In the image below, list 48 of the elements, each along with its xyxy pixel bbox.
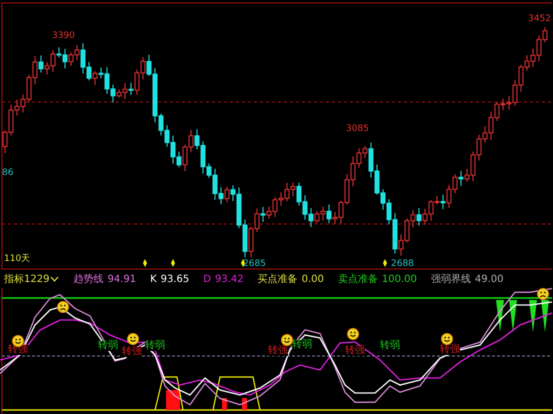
smiley-icon bbox=[441, 333, 453, 345]
period-label: 110天 bbox=[4, 254, 30, 265]
trapezoid-outline bbox=[154, 376, 184, 410]
indicator-selector[interactable]: 指标1229 bbox=[4, 272, 60, 286]
signal-label: 转弱 bbox=[380, 341, 400, 351]
indicator-value: 100.00 bbox=[382, 274, 417, 284]
signal-label: 转弱 bbox=[98, 341, 118, 351]
smiley-icon bbox=[281, 334, 293, 346]
signal-label: 转强 bbox=[345, 346, 365, 356]
signal-label: 转弱 bbox=[292, 340, 312, 350]
diamond-marker-icon bbox=[383, 259, 387, 267]
diamond-marker-icon bbox=[171, 259, 175, 267]
frown-icon bbox=[57, 301, 69, 313]
signal-bar bbox=[222, 398, 227, 410]
signal-bar bbox=[242, 398, 247, 410]
spike-marker bbox=[541, 300, 549, 332]
indicator-value: 93.65 bbox=[160, 274, 190, 284]
price-label: 2688 bbox=[391, 259, 414, 270]
indicator-value: 0.00 bbox=[302, 274, 324, 284]
spike-marker bbox=[509, 300, 517, 332]
signal-label: 转强 bbox=[440, 345, 460, 355]
trapezoid-outline bbox=[212, 376, 261, 410]
diamond-marker-icon bbox=[241, 259, 245, 267]
price-label: 3390 bbox=[52, 31, 75, 42]
indicator-name: K bbox=[150, 274, 157, 284]
indicator-name: 强弱界线 bbox=[430, 272, 471, 286]
price-label: 3452 bbox=[528, 14, 551, 25]
indicator-name: 买点准备 bbox=[258, 272, 298, 286]
caret-icon bbox=[50, 276, 60, 282]
indicator-name: 趋势线 bbox=[73, 272, 104, 286]
price-label: 2685 bbox=[243, 259, 266, 270]
price-label: 3085 bbox=[346, 124, 369, 135]
price-label: 86 bbox=[2, 168, 14, 179]
frown-icon bbox=[537, 288, 549, 300]
smiley-icon bbox=[347, 328, 359, 340]
indicator-value: 93.42 bbox=[215, 274, 244, 284]
spike-marker bbox=[496, 300, 504, 332]
indicator-value: 49.00 bbox=[474, 274, 504, 284]
signal-bar bbox=[166, 390, 180, 410]
indicator-name: 卖点准备 bbox=[338, 272, 378, 286]
indicator-name: D bbox=[203, 274, 211, 284]
indicator-value: 94.91 bbox=[107, 274, 136, 284]
spike-marker bbox=[529, 300, 537, 332]
signal-label: 转弱 bbox=[145, 341, 165, 351]
smiley-icon bbox=[127, 333, 139, 345]
signal-label: 转强 bbox=[268, 346, 288, 356]
diamond-marker-icon bbox=[143, 259, 147, 267]
signal-label: 转强 bbox=[122, 347, 142, 357]
